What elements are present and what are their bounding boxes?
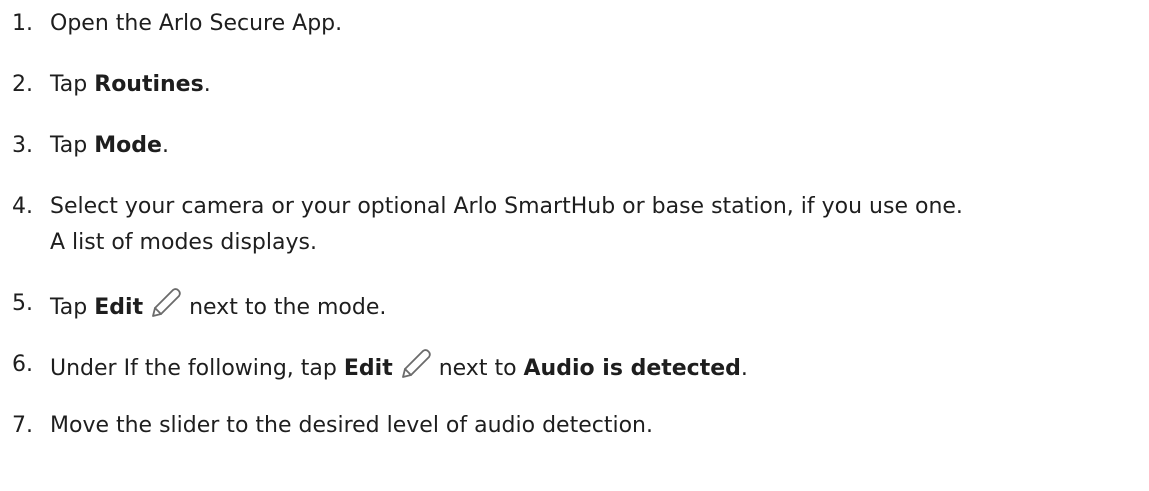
pencil-icon (399, 347, 433, 381)
pencil-icon (149, 286, 183, 320)
step-text: Tap Mode. (50, 128, 169, 164)
step-text: Under If the following, tap Edit next to … (50, 347, 748, 387)
step-text: Open the Arlo Secure App. (50, 11, 343, 36)
step-prefix: Tap (50, 133, 95, 158)
step-number: 1. (12, 11, 33, 36)
step-prefix: Tap (50, 72, 95, 97)
audio-detected-label: Audio is detected (523, 356, 741, 381)
step-suffix: . (203, 72, 211, 97)
step-number: 4. (12, 194, 33, 219)
step-number: 5. (12, 291, 33, 316)
step-suffix: . (161, 133, 169, 158)
routines-label: Routines (94, 72, 204, 97)
step-line-1: Select your camera or your optional Arlo… (50, 194, 963, 219)
step-number: 3. (12, 133, 33, 158)
step-text: Tap Edit next to the mode. (50, 286, 386, 326)
step-prefix: Under If the following, tap (50, 356, 344, 381)
step-suffix: . (740, 356, 748, 381)
edit-label: Edit (343, 356, 393, 381)
step-text: Tap Routines. (50, 67, 211, 103)
step-number: 2. (12, 72, 33, 97)
step-text: Move the slider to the desired level of … (50, 413, 653, 438)
edit-label: Edit (94, 295, 144, 320)
mode-label: Mode (94, 133, 162, 158)
step-number: 7. (12, 413, 33, 438)
step-middle: next to (438, 356, 524, 381)
step-number: 6. (12, 352, 33, 377)
step-suffix: next to the mode. (189, 295, 387, 320)
step-line-2: A list of modes displays. (50, 230, 317, 255)
step-prefix: Tap (50, 295, 95, 320)
step-text: Select your camera or your optional Arlo… (50, 189, 963, 261)
